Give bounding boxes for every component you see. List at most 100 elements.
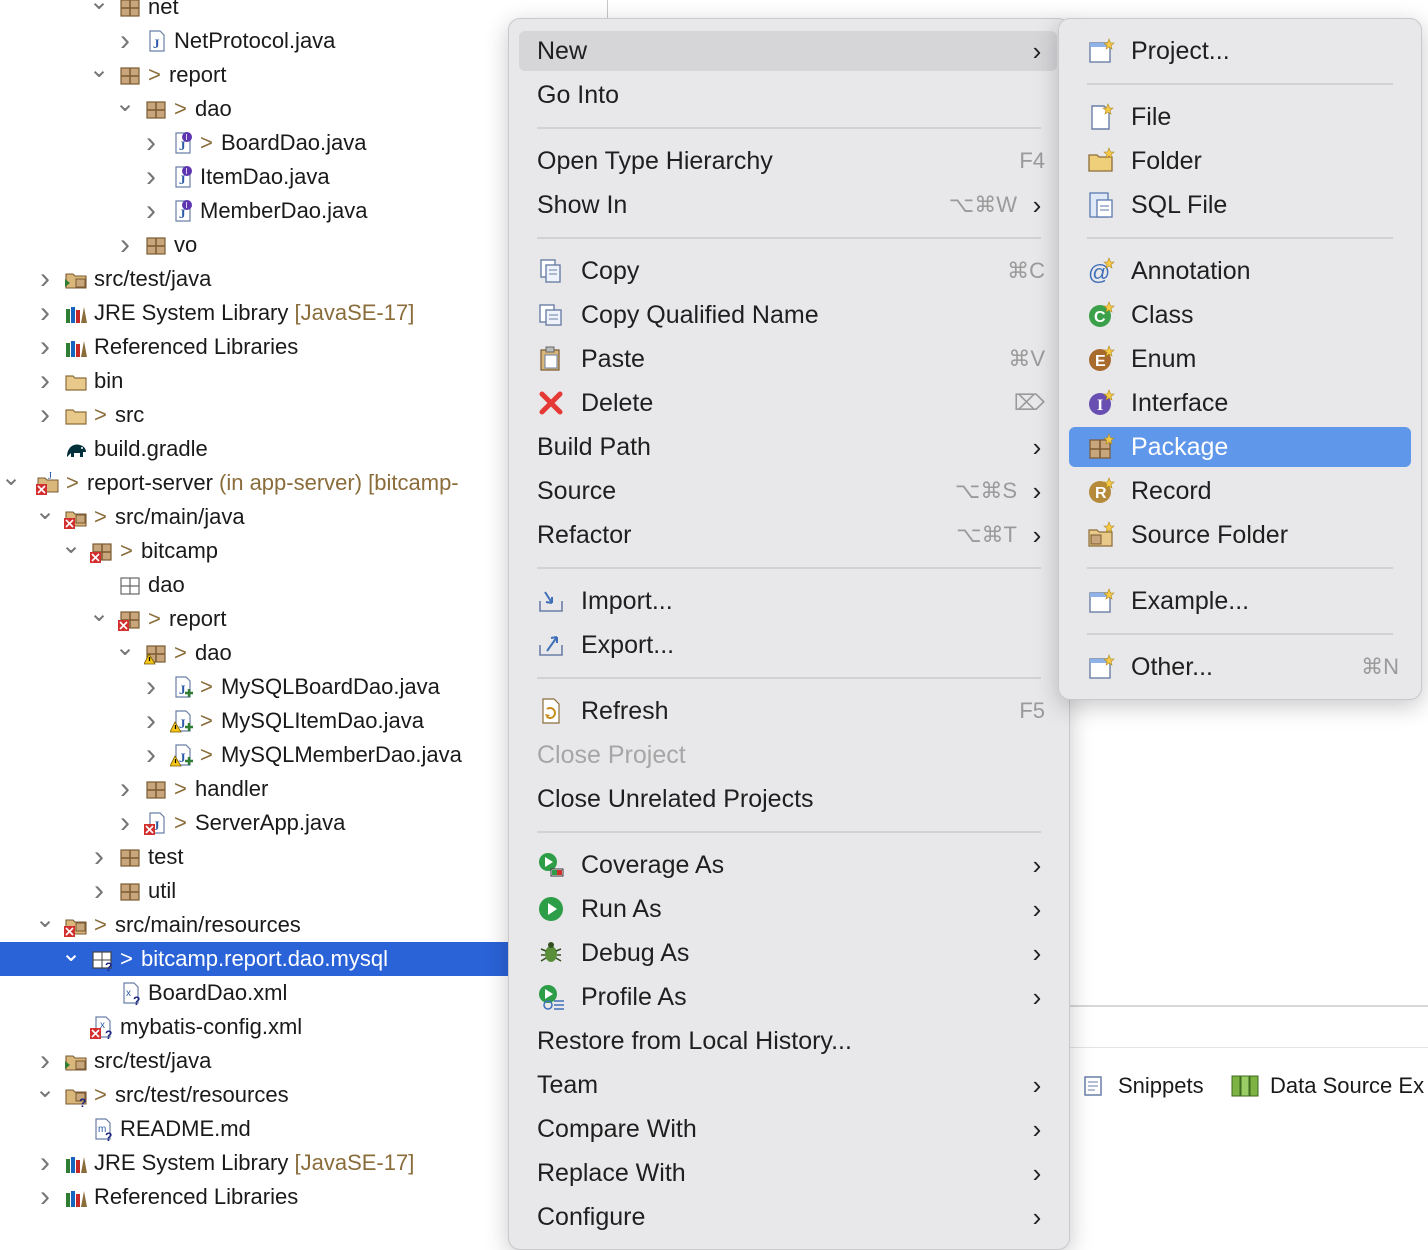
menu-item-refactor[interactable]: Refactor ⌥⌘T › [519, 515, 1057, 555]
chevron-right-icon[interactable]: › [140, 126, 162, 160]
tree-item[interactable]: › Referenced Libraries [0, 330, 508, 364]
menu-item-close-unrelated-projects[interactable]: Close Unrelated Projects [519, 779, 1057, 819]
menu-item-coverage-as[interactable]: Coverage As › [519, 845, 1057, 885]
tree-item[interactable]: › J I MemberDao.java [0, 194, 508, 228]
chevron-right-icon[interactable]: › [140, 738, 162, 772]
chevron-right-icon[interactable]: › [34, 1044, 56, 1078]
tree-item[interactable]: x? mybatis-config.xml [0, 1010, 508, 1044]
chevron-down-icon[interactable]: ⌄ [34, 500, 56, 534]
menu-item-team[interactable]: Team › [519, 1065, 1057, 1105]
chevron-down-icon[interactable]: ⌄ [114, 636, 136, 670]
tree-item[interactable]: › J > MySQLBoardDao.java [0, 670, 508, 704]
menu-item-enum[interactable]: E Enum [1069, 339, 1411, 379]
chevron-down-icon[interactable]: ⌄ [34, 908, 56, 942]
tree-item[interactable]: › src/test/java [0, 1044, 508, 1078]
chevron-right-icon[interactable]: › [114, 24, 136, 58]
menu-item-paste[interactable]: Paste ⌘V [519, 339, 1057, 379]
menu-item-configure[interactable]: Configure › [519, 1197, 1057, 1237]
menu-item-package[interactable]: Package [1069, 427, 1411, 467]
tree-item[interactable]: › J NetProtocol.java [0, 24, 508, 58]
tree-item[interactable]: › > src [0, 398, 508, 432]
tree-item[interactable]: › > handler [0, 772, 508, 806]
chevron-right-icon[interactable]: › [88, 874, 110, 908]
menu-item-compare-with[interactable]: Compare With › [519, 1109, 1057, 1149]
tree-item[interactable]: ⌄ > src/main/resources [0, 908, 508, 942]
chevron-right-icon[interactable]: › [34, 1146, 56, 1180]
tree-item[interactable]: x? BoardDao.xml [0, 976, 508, 1010]
menu-item-example[interactable]: Example... [1069, 581, 1411, 621]
chevron-down-icon[interactable]: ⌄ [88, 58, 110, 92]
tree-item[interactable]: ⌄? > src/test/resources [0, 1078, 508, 1112]
chevron-down-icon[interactable]: ⌄ [60, 942, 82, 976]
tree-item[interactable]: ⌄ net [0, 0, 508, 24]
chevron-right-icon[interactable]: › [34, 296, 56, 330]
menu-item-copy[interactable]: Copy ⌘C [519, 251, 1057, 291]
tree-item[interactable]: ⌄ J > report-server (in app-server) [bitca… [0, 466, 508, 500]
menu-item-restore-from-local-history[interactable]: Restore from Local History... [519, 1021, 1057, 1061]
tree-item[interactable]: › J I > BoardDao.java [0, 126, 508, 160]
chevron-right-icon[interactable]: › [140, 704, 162, 738]
menu-item-run-as[interactable]: Run As › [519, 889, 1057, 929]
menu-item-refresh[interactable]: Refresh F5 [519, 691, 1057, 731]
menu-item-go-into[interactable]: Go Into [519, 75, 1057, 115]
chevron-right-icon[interactable]: › [140, 160, 162, 194]
menu-item-copy-qualified-name[interactable]: Copy Qualified Name [519, 295, 1057, 335]
tree-item[interactable]: ⌄ > report [0, 602, 508, 636]
menu-item-export[interactable]: Export... [519, 625, 1057, 665]
tree-item[interactable]: ⌄ > dao [0, 636, 508, 670]
menu-item-build-path[interactable]: Build Path › [519, 427, 1057, 467]
menu-item-interface[interactable]: I Interface [1069, 383, 1411, 423]
menu-item-sql-file[interactable]: SQL File [1069, 185, 1411, 225]
tree-item[interactable]: ⌄ > bitcamp [0, 534, 508, 568]
menu-item-import[interactable]: Import... [519, 581, 1057, 621]
menu-item-project[interactable]: Project... [1069, 31, 1411, 71]
tree-item[interactable]: ⌄ > report [0, 58, 508, 92]
chevron-right-icon[interactable]: › [114, 772, 136, 806]
menu-item-debug-as[interactable]: Debug As › [519, 933, 1057, 973]
tree-item[interactable]: › JRE System Library [JavaSE-17] [0, 296, 508, 330]
chevron-down-icon[interactable]: ⌄ [34, 1078, 56, 1112]
menu-item-profile-as[interactable]: Profile As › [519, 977, 1057, 1017]
chevron-right-icon[interactable]: › [114, 228, 136, 262]
tree-item[interactable]: › J > MySQLItemDao.java [0, 704, 508, 738]
chevron-right-icon[interactable]: › [34, 262, 56, 296]
chevron-right-icon[interactable]: › [114, 806, 136, 840]
menu-item-delete[interactable]: Delete ⌦ [519, 383, 1057, 423]
chevron-down-icon[interactable]: ⌄ [60, 534, 82, 568]
menu-item-other[interactable]: Other... ⌘N [1069, 647, 1411, 687]
menu-item-record[interactable]: R Record [1069, 471, 1411, 511]
tree-item[interactable]: › util [0, 874, 508, 908]
tree-item[interactable]: ⌄ > src/main/java [0, 500, 508, 534]
menu-item-class[interactable]: C Class [1069, 295, 1411, 335]
chevron-down-icon[interactable]: ⌄ [88, 602, 110, 636]
chevron-right-icon[interactable]: › [34, 364, 56, 398]
tree-item[interactable]: › bin [0, 364, 508, 398]
tree-item[interactable]: m? README.md [0, 1112, 508, 1146]
menu-item-open-type-hierarchy[interactable]: Open Type Hierarchy F4 [519, 141, 1057, 181]
menu-item-annotation[interactable]: @ Annotation [1069, 251, 1411, 291]
tree-item[interactable]: › J > MySQLMemberDao.java [0, 738, 508, 772]
menu-item-source[interactable]: Source ⌥⌘S › [519, 471, 1057, 511]
chevron-right-icon[interactable]: › [140, 194, 162, 228]
chevron-right-icon[interactable]: › [34, 1180, 56, 1214]
menu-item-replace-with[interactable]: Replace With › [519, 1153, 1057, 1193]
chevron-right-icon[interactable]: › [34, 330, 56, 364]
tree-item[interactable]: ⌄ > dao [0, 92, 508, 126]
menu-item-file[interactable]: File [1069, 97, 1411, 137]
tree-item[interactable]: › Referenced Libraries [0, 1180, 508, 1214]
tree-item[interactable]: › JRE System Library [JavaSE-17] [0, 1146, 508, 1180]
tree-item[interactable]: › test [0, 840, 508, 874]
menu-item-show-in[interactable]: Show In ⌥⌘W › [519, 185, 1057, 225]
tree-item[interactable]: build.gradle [0, 432, 508, 466]
chevron-down-icon[interactable]: ⌄ [0, 466, 22, 500]
tree-item[interactable]: › vo [0, 228, 508, 262]
menu-item-new[interactable]: New › [519, 31, 1057, 71]
tree-item[interactable]: › J I ItemDao.java [0, 160, 508, 194]
chevron-right-icon[interactable]: › [140, 670, 162, 704]
tree-item[interactable]: › J > ServerApp.java [0, 806, 508, 840]
tree-item[interactable]: › src/test/java [0, 262, 508, 296]
chevron-down-icon[interactable]: ⌄ [114, 92, 136, 126]
menu-item-source-folder[interactable]: Source Folder [1069, 515, 1411, 555]
chevron-right-icon[interactable]: › [34, 398, 56, 432]
tree-item[interactable]: ⌄? > bitcamp.report.dao.mysql [0, 942, 508, 976]
